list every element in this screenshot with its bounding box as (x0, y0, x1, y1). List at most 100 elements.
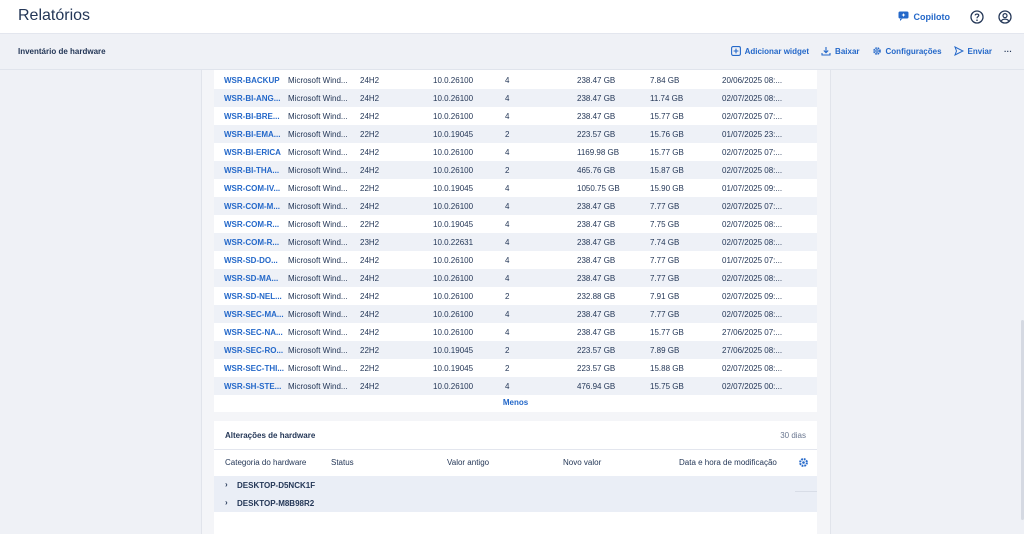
device-name-link[interactable]: WSR-SH-STE... (224, 382, 281, 391)
build-cell: 10.0.26100 (433, 148, 474, 157)
user-account-icon[interactable] (996, 8, 1014, 26)
disk-size-cell: 238.47 GB (577, 238, 616, 247)
table-row[interactable]: WSR-SEC-THI... Microsoft Wind... 22H2 10.0.… (214, 359, 817, 377)
disk-size-cell: 238.47 GB (577, 310, 616, 319)
device-name-link[interactable]: WSR-SEC-MA... (224, 310, 284, 319)
ram-cell: 7.77 GB (650, 310, 680, 319)
cpu-cores-cell: 4 (505, 76, 510, 85)
table-row[interactable]: WSR-SH-STE... Microsoft Wind... 24H2 10.0.2… (214, 377, 817, 395)
table-row[interactable]: WSR-COM-R... Microsoft Wind... 22H2 10.0.19… (214, 215, 817, 233)
last-seen-cell: 02/07/2025 08:... (722, 220, 783, 229)
cpu-cores-cell: 2 (505, 130, 510, 139)
os-cell: Microsoft Wind... (288, 76, 348, 85)
column-header-category[interactable]: Categoria do hardware (225, 458, 306, 467)
cpu-cores-cell: 2 (505, 166, 510, 175)
device-name-link[interactable]: WSR-SD-DO... (224, 256, 278, 265)
os-cell: Microsoft Wind... (288, 112, 348, 121)
table-row[interactable]: WSR-SD-MA... Microsoft Wind... 24H2 10.0.26… (214, 269, 817, 287)
table-row[interactable]: WSR-SEC-NA... Microsoft Wind... 24H2 10.0.2… (214, 323, 817, 341)
os-version-cell: 22H2 (360, 346, 380, 355)
last-seen-cell: 27/06/2025 08:... (722, 346, 783, 355)
os-version-cell: 24H2 (360, 76, 380, 85)
column-header-new-value[interactable]: Novo valor (563, 458, 601, 467)
device-name-link[interactable]: WSR-SD-NEL... (224, 292, 282, 301)
settings-button[interactable]: Configurações (872, 46, 942, 56)
table-row[interactable]: WSR-COM-IV... Microsoft Wind... 22H2 10.0.1… (214, 179, 817, 197)
download-button[interactable]: Baixar (821, 46, 860, 56)
os-cell: Microsoft Wind... (288, 184, 348, 193)
column-header-datetime[interactable]: Data e hora de modificação (679, 458, 777, 467)
os-cell: Microsoft Wind... (288, 148, 348, 157)
ram-cell: 7.75 GB (650, 220, 680, 229)
send-label: Enviar (967, 46, 992, 56)
device-name-link[interactable]: WSR-COM-M... (224, 202, 280, 211)
ram-cell: 15.77 GB (650, 328, 684, 337)
device-name-link[interactable]: WSR-SEC-RO... (224, 346, 283, 355)
os-cell: Microsoft Wind... (288, 256, 348, 265)
last-seen-cell: 01/07/2025 07:... (722, 256, 783, 265)
os-cell: Microsoft Wind... (288, 346, 348, 355)
build-cell: 10.0.19045 (433, 346, 474, 355)
last-seen-cell: 02/07/2025 07:... (722, 112, 783, 121)
table-row[interactable]: WSR-SD-DO... Microsoft Wind... 24H2 10.0.26… (214, 251, 817, 269)
device-name-link[interactable]: WSR-BACKUP (224, 76, 280, 85)
disk-size-cell: 238.47 GB (577, 112, 616, 121)
table-row[interactable]: WSR-COM-R... Microsoft Wind... 23H2 10.0.22… (214, 233, 817, 251)
group-label: DESKTOP-M8B98R2 (237, 499, 315, 508)
chevron-right-icon: › (225, 498, 228, 507)
device-name-link[interactable]: WSR-COM-R... (224, 238, 279, 247)
more-options-button[interactable]: ··· (1004, 47, 1012, 56)
device-name-link[interactable]: WSR-BI-ERICA (224, 148, 281, 157)
disk-size-cell: 238.47 GB (577, 274, 616, 283)
ram-cell: 15.76 GB (650, 130, 684, 139)
table-row[interactable]: WSR-BI-THA... Microsoft Wind... 24H2 10.0.2… (214, 161, 817, 179)
build-cell: 10.0.19045 (433, 364, 474, 373)
column-header-status[interactable]: Status (331, 458, 354, 467)
last-seen-cell: 02/07/2025 08:... (722, 94, 783, 103)
add-widget-button[interactable]: Adicionar widget (730, 46, 809, 56)
disk-size-cell: 232.88 GB (577, 292, 616, 301)
device-name-link[interactable]: WSR-BI-EMA... (224, 130, 280, 139)
last-seen-cell: 02/07/2025 00:... (722, 382, 783, 391)
build-cell: 10.0.22631 (433, 238, 474, 247)
device-name-link[interactable]: WSR-COM-R... (224, 220, 279, 229)
device-name-link[interactable]: WSR-SD-MA... (224, 274, 278, 283)
disk-size-cell: 238.47 GB (577, 256, 616, 265)
table-row[interactable]: WSR-BACKUP Microsoft Wind... 24H2 10.0.2610… (214, 71, 817, 89)
table-row[interactable]: WSR-BI-EMA... Microsoft Wind... 22H2 10.0.1… (214, 125, 817, 143)
cpu-cores-cell: 4 (505, 112, 510, 121)
device-name-link[interactable]: WSR-BI-ANG... (224, 94, 280, 103)
device-name-link[interactable]: WSR-BI-THA... (224, 166, 279, 175)
disk-size-cell: 223.57 GB (577, 346, 616, 355)
device-name-link[interactable]: WSR-BI-BRE... (224, 112, 280, 121)
cpu-cores-cell: 4 (505, 202, 510, 211)
table-row[interactable]: WSR-BI-ANG... Microsoft Wind... 24H2 10.0.2… (214, 89, 817, 107)
os-version-cell: 23H2 (360, 238, 380, 247)
last-seen-cell: 02/07/2025 08:... (722, 238, 783, 247)
column-header-old-value[interactable]: Valor antigo (447, 458, 489, 467)
show-less-link[interactable]: Menos (214, 398, 817, 407)
os-version-cell: 24H2 (360, 166, 380, 175)
help-icon[interactable] (968, 8, 986, 26)
group-row[interactable]: › DESKTOP-M8B98R2 (214, 494, 817, 512)
ram-cell: 15.77 GB (650, 112, 684, 121)
cpu-cores-cell: 4 (505, 382, 510, 391)
device-name-link[interactable]: WSR-COM-IV... (224, 184, 280, 193)
page-title: Relatórios (18, 7, 91, 24)
copilot-button[interactable]: Copiloto (898, 11, 950, 23)
group-row[interactable]: › DESKTOP-D5NCK1F (214, 476, 817, 494)
table-row[interactable]: WSR-SEC-RO... Microsoft Wind... 22H2 10.0.1… (214, 341, 817, 359)
table-row[interactable]: WSR-BI-ERICA Microsoft Wind... 24H2 10.0.26… (214, 143, 817, 161)
table-row[interactable]: WSR-SD-NEL... Microsoft Wind... 24H2 10.0.2… (214, 287, 817, 305)
report-toolbar: Inventário de hardware Adicionar widget … (0, 35, 1024, 70)
table-row[interactable]: WSR-BI-BRE... Microsoft Wind... 24H2 10.0.2… (214, 107, 817, 125)
table-row[interactable]: WSR-SEC-MA... Microsoft Wind... 24H2 10.0.2… (214, 305, 817, 323)
send-button[interactable]: Enviar (953, 46, 992, 56)
device-name-link[interactable]: WSR-SEC-NA... (224, 328, 283, 337)
device-name-link[interactable]: WSR-SEC-THI... (224, 364, 284, 373)
os-cell: Microsoft Wind... (288, 274, 348, 283)
add-icon (730, 46, 741, 56)
column-settings-icon[interactable] (798, 455, 809, 467)
table-row[interactable]: WSR-COM-M... Microsoft Wind... 24H2 10.0.26… (214, 197, 817, 215)
cpu-cores-cell: 4 (505, 184, 510, 193)
